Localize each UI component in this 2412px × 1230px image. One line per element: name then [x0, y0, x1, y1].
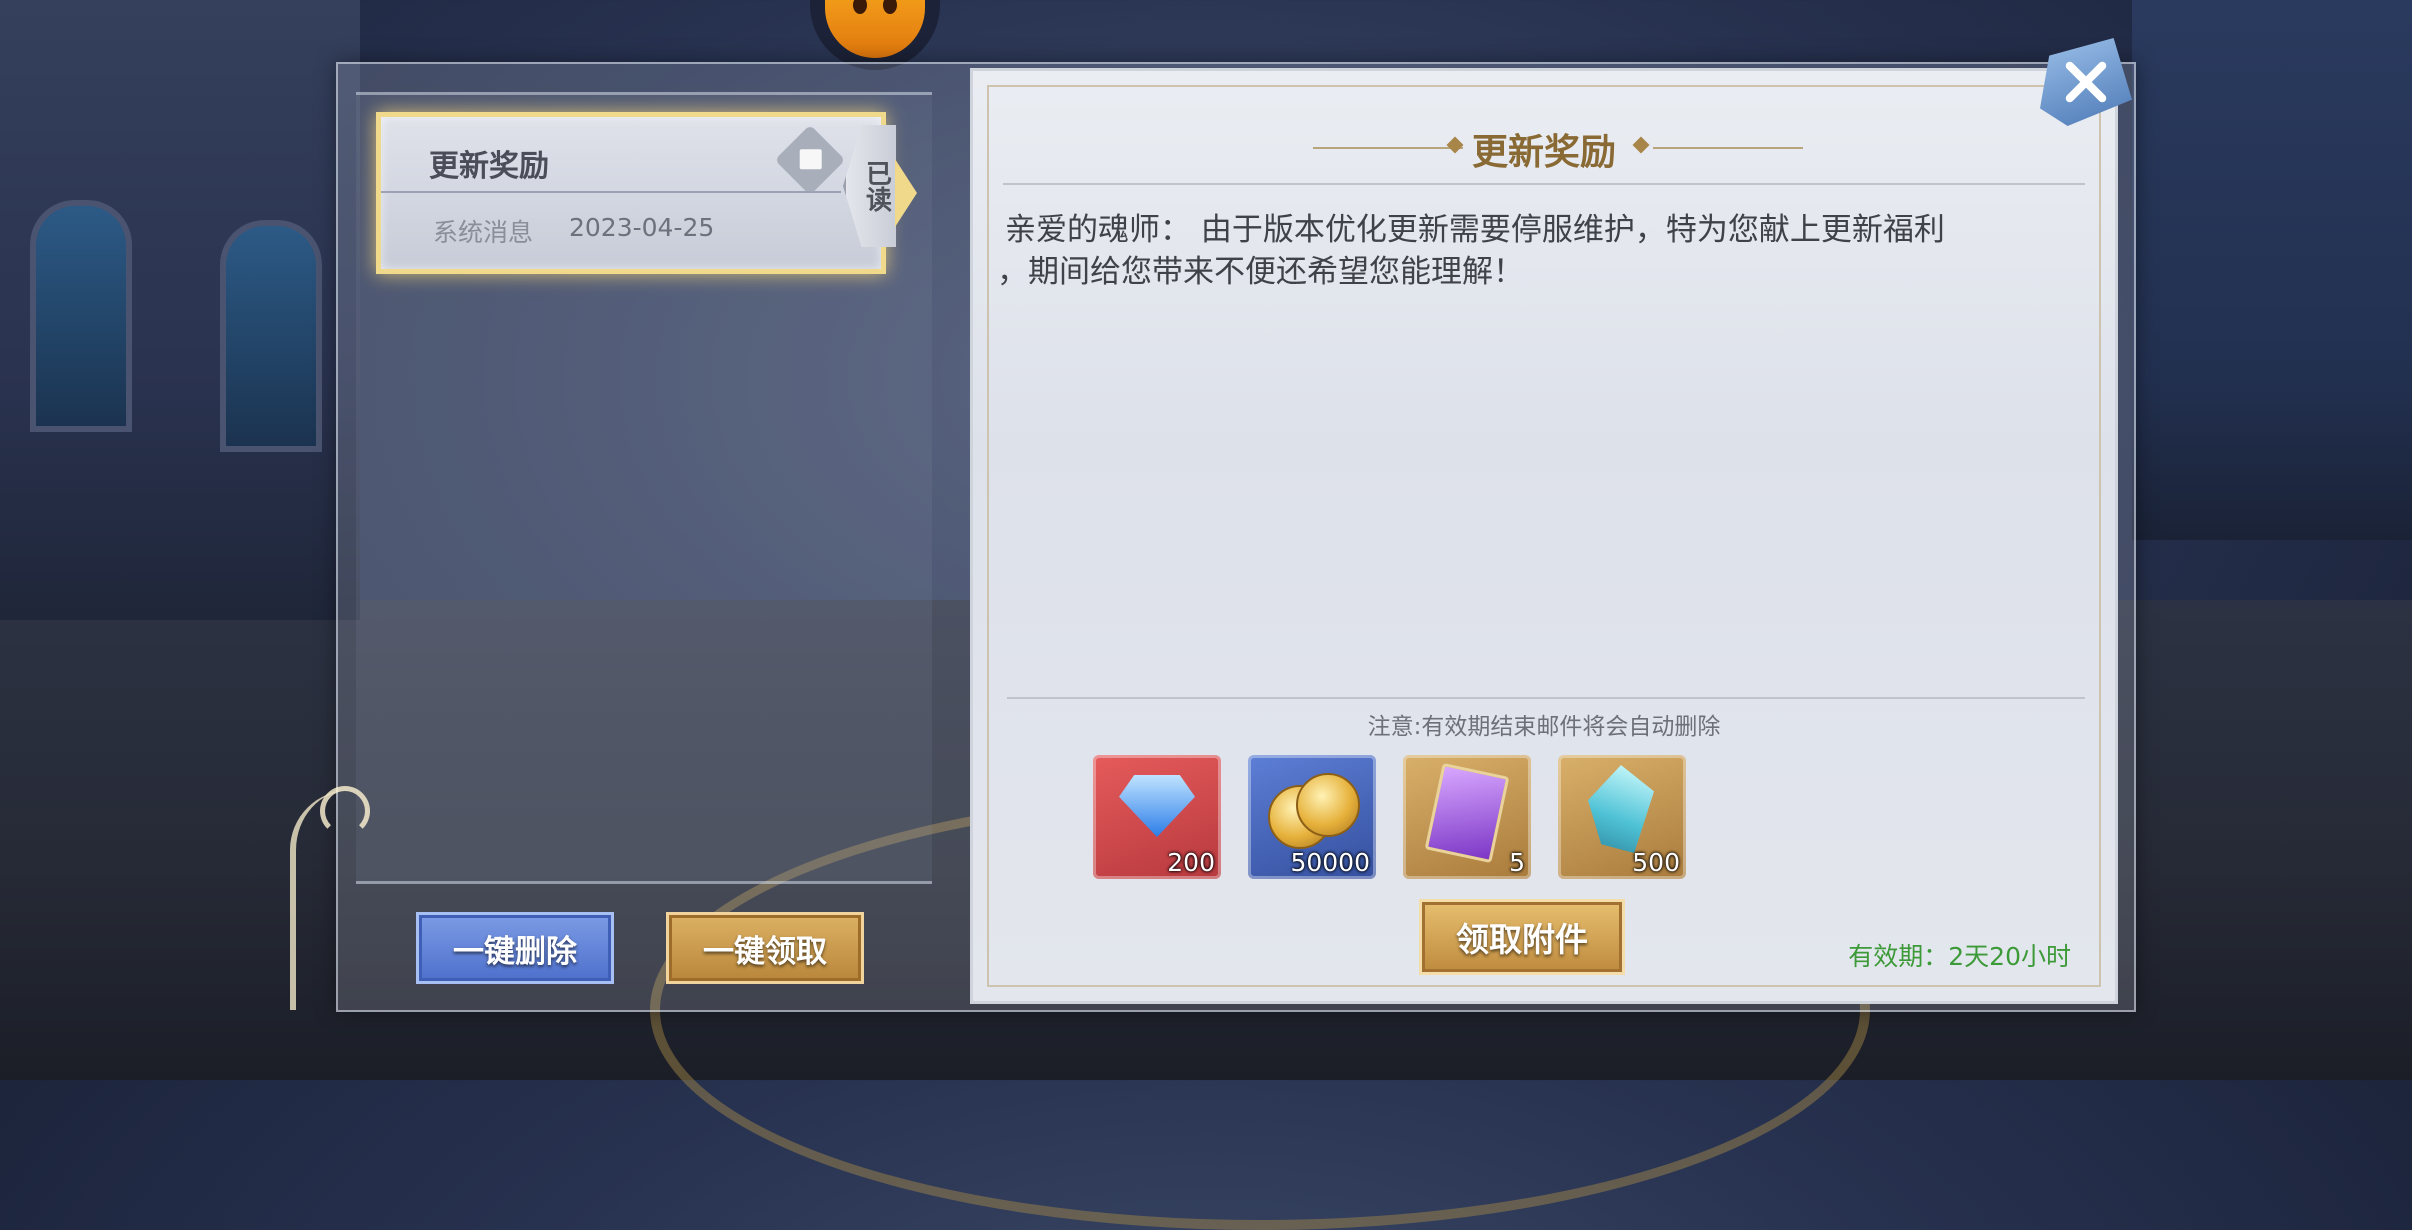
purple-card-icon	[1424, 762, 1510, 864]
mail-body-line: 亲爱的魂师： 由于版本优化更新需要停服维护，特为您献上更新福利	[1005, 212, 1945, 248]
diamond-icon	[1119, 775, 1195, 837]
detail-bottom-rule	[1007, 697, 2085, 699]
reward-quantity: 50000	[1290, 848, 1370, 877]
reward-quantity: 5	[1509, 848, 1525, 877]
crystal-shard-icon	[1588, 765, 1654, 853]
expiry-notice: 注意:有效期结束邮件将会自动删除	[1367, 714, 1721, 740]
title-line-right	[1653, 147, 1803, 149]
mail-body-line: ，期间给您带来不便还希望您能理解！	[997, 254, 1524, 290]
mail-body: 亲爱的魂师： 由于版本优化更新需要停服维护，特为您献上更新福利 ，期间给您带来不…	[997, 209, 2075, 293]
claim-attachments-button[interactable]: 领取附件	[1419, 899, 1625, 975]
reward-crystal-shard[interactable]: 500	[1558, 755, 1686, 879]
mail-detail: 更新奖励 亲爱的魂师： 由于版本优化更新需要停服维护，特为您献上更新福利 ，期间…	[970, 68, 2118, 1004]
selected-arrow-icon	[895, 159, 917, 227]
read-status-tab: 已读	[843, 125, 896, 247]
detail-top-rule	[1003, 183, 2085, 185]
mascot-eye	[883, 0, 897, 14]
background-window	[220, 220, 322, 452]
background-building-left	[0, 0, 360, 620]
background-building-right	[2132, 0, 2412, 540]
validity-period: 有效期：2天20小时	[1848, 942, 2071, 971]
mail-list-item[interactable]: 更新奖励 系统消息 2023-04-25 已读	[376, 112, 917, 274]
reward-purple-card[interactable]: 5	[1403, 755, 1531, 879]
mail-item-sender: 系统消息	[433, 218, 534, 247]
delete-all-button[interactable]: 一键删除	[416, 912, 614, 984]
mail-item-divider	[381, 191, 841, 193]
reward-quantity: 200	[1167, 848, 1215, 877]
gift-icon	[774, 124, 846, 196]
reward-diamond[interactable]: 200	[1093, 755, 1221, 879]
mail-item-title: 更新奖励	[429, 149, 549, 184]
mascot-face	[825, 0, 925, 58]
claim-all-button[interactable]: 一键领取	[666, 912, 864, 984]
mail-item-date: 2023-04-25	[569, 213, 715, 242]
mail-detail-title: 更新奖励	[1471, 131, 1616, 173]
read-status-label: 已读	[861, 160, 892, 212]
gold-coin-icon	[1296, 773, 1360, 837]
mascot-eye	[853, 0, 867, 14]
reward-gold-coin[interactable]: 50000	[1248, 755, 1376, 879]
mascot-icon	[810, 0, 940, 70]
reward-quantity: 500	[1632, 848, 1680, 877]
background-window	[30, 200, 132, 432]
